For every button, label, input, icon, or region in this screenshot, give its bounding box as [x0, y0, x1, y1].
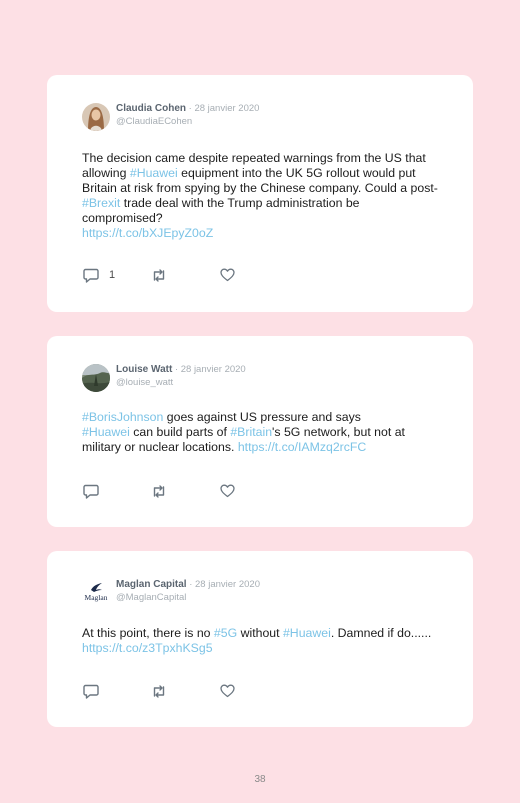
author-handle[interactable]: @MaglanCapital [116, 591, 260, 604]
tweet-actions [83, 483, 283, 499]
tweet-actions [83, 683, 283, 699]
hashtag-link[interactable]: #Huawei [130, 166, 178, 180]
woman-portrait-icon [82, 103, 110, 131]
reply-button[interactable]: 1 [83, 267, 115, 283]
like-button[interactable] [220, 683, 235, 699]
text-segment: goes against US pressure and says [163, 410, 361, 424]
logo-text: Maglan [85, 593, 108, 602]
hashtag-link[interactable]: #5G [214, 626, 237, 640]
tweet-header: Louise Watt · 28 janvier 2020 @louise_wa… [82, 363, 246, 395]
text-segment: without [237, 626, 283, 640]
reply-icon [83, 484, 99, 499]
author-handle[interactable]: @ClaudiaECohen [116, 115, 259, 128]
landscape-photo-icon [82, 364, 110, 392]
tweet-text: The decision came despite repeated warni… [82, 151, 442, 241]
url-link[interactable]: https://t.co/z3TpxhKSg5 [82, 641, 213, 655]
reply-icon [83, 684, 99, 699]
tweet-header: Maglan Maglan Capital · 28 janvier 2020 … [82, 578, 260, 610]
tweet-date: · 28 janvier 2020 [186, 103, 260, 114]
retweet-button[interactable] [151, 267, 167, 283]
tweet-card: Louise Watt · 28 janvier 2020 @louise_wa… [47, 336, 473, 527]
hashtag-link[interactable]: #BorisJohnson [82, 410, 163, 424]
retweet-icon [153, 684, 165, 698]
hashtag-link[interactable]: #Brexit [82, 196, 120, 210]
tweet-header: Claudia Cohen · 28 janvier 2020 @Claudia… [82, 102, 259, 134]
avatar[interactable] [82, 364, 110, 392]
reply-count: 1 [109, 269, 116, 281]
text-segment: . Damned if do...... [330, 626, 432, 640]
hashtag-link[interactable]: #Huawei [283, 626, 331, 640]
tweet-card: Maglan Maglan Capital · 28 janvier 2020 … [47, 551, 473, 727]
author-name[interactable]: Louise Watt [116, 364, 172, 375]
hashtag-link[interactable]: #Huawei [82, 425, 130, 439]
text-segment: At this point, there is no [82, 626, 214, 640]
hashtag-link[interactable]: #Britain [230, 425, 272, 439]
tweet-meta: Maglan Capital · 28 janvier 2020 @Maglan… [116, 578, 260, 604]
text-segment: trade deal with the Trump administration… [82, 196, 360, 225]
url-link[interactable]: https://t.co/bXJEpyZ0oZ [82, 226, 213, 240]
tweet-card: Claudia Cohen · 28 janvier 2020 @Claudia… [47, 75, 473, 312]
page-number: 38 [254, 774, 266, 785]
reply-button[interactable] [83, 483, 109, 499]
retweet-icon [153, 268, 165, 282]
tweet-date: · 28 janvier 2020 [172, 364, 246, 375]
tweet-date: · 28 janvier 2020 [186, 579, 260, 590]
url-link[interactable]: https://t.co/IAMzq2rcFC [238, 440, 366, 454]
like-icon [220, 268, 235, 282]
tweet-meta: Louise Watt · 28 janvier 2020 @louise_wa… [116, 363, 246, 389]
retweet-button[interactable] [151, 483, 167, 499]
text-segment: can build parts of [129, 425, 231, 439]
like-button[interactable] [220, 483, 235, 499]
retweet-button[interactable] [151, 683, 167, 699]
avatar[interactable]: Maglan [82, 579, 110, 607]
author-handle[interactable]: @louise_watt [116, 376, 246, 389]
reply-icon [83, 268, 99, 283]
maglan-logo-icon: Maglan [82, 579, 110, 607]
reply-button[interactable] [83, 683, 109, 699]
tweet-actions: 1 [83, 267, 283, 283]
tweet-text: #BorisJohnson goes against US pressure a… [82, 410, 442, 455]
tweet-text: At this point, there is no #5G without #… [82, 626, 442, 656]
avatar[interactable] [82, 103, 110, 131]
tweet-meta: Claudia Cohen · 28 janvier 2020 @Claudia… [116, 102, 259, 128]
author-name[interactable]: Claudia Cohen [116, 103, 186, 114]
author-name[interactable]: Maglan Capital [116, 579, 187, 590]
like-icon [220, 684, 235, 698]
like-button[interactable] [220, 267, 235, 283]
like-icon [220, 484, 235, 498]
retweet-icon [153, 484, 165, 498]
